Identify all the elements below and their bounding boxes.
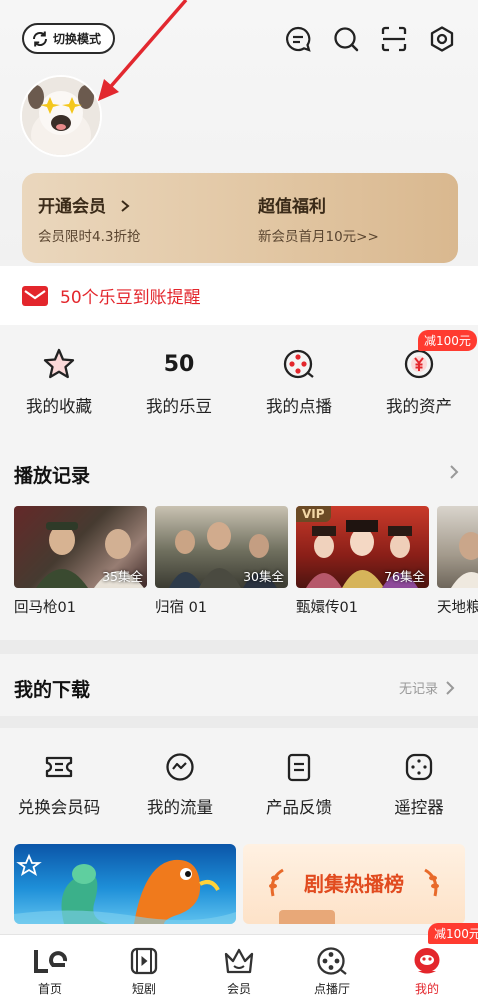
- star-icon: [43, 348, 75, 379]
- nav-membership[interactable]: 会员: [199, 945, 279, 997]
- refresh-icon: [32, 31, 48, 46]
- product-feedback[interactable]: 产品反馈: [240, 750, 358, 818]
- nav-on-demand-hall[interactable]: 点播厅: [292, 945, 372, 997]
- history-title: 甄嬛传01: [296, 600, 358, 616]
- ranking-preview-card: [279, 910, 335, 924]
- chevron-right-icon: [446, 680, 455, 695]
- tools-row: 兑换会员码 我的流量 产品反馈 遥控器: [0, 728, 478, 838]
- section-divider: [0, 640, 478, 654]
- quick-access-row: 我的收藏 50 我的乐豆 我的点播 我的资产 减100元: [0, 325, 478, 435]
- nav-short-drama[interactable]: 短剧: [104, 945, 184, 997]
- nav-on-demand-hall-label: 点播厅: [313, 982, 350, 996]
- alpaca-avatar-image: [22, 77, 100, 155]
- history-thumbnail: VIP 76集全: [296, 506, 429, 588]
- product-feedback-label: 产品反馈: [266, 798, 332, 817]
- le-logo-icon: [34, 950, 68, 973]
- bottom-navigation: 首页 短剧 会员 点播厅 我的 减100元: [0, 923, 478, 1000]
- history-thumbnail: 30集全: [155, 506, 288, 588]
- remote-control-label: 遥控器: [394, 798, 444, 817]
- downloads-status[interactable]: 无记录: [399, 678, 456, 697]
- assets-discount-badge: 减100元: [418, 330, 477, 351]
- nav-discount-badge: 减100元: [428, 923, 478, 944]
- remote-control[interactable]: 遥控器: [360, 750, 478, 818]
- chevron-right-icon: [121, 200, 130, 212]
- message-icon[interactable]: [274, 22, 322, 56]
- ticket-icon: [45, 756, 73, 778]
- nav-membership-label: 会员: [226, 982, 251, 996]
- nav-short-drama-label: 短剧: [131, 982, 156, 996]
- open-membership-title: 开通会员: [38, 197, 106, 217]
- value-benefits-subtitle: 新会员首月10元>>: [258, 229, 379, 245]
- profile-icon: [414, 948, 440, 974]
- promo-banners: 剧集热播榜: [0, 838, 478, 934]
- episode-count: 76集全: [384, 569, 425, 584]
- my-ledou[interactable]: 50 我的乐豆: [124, 347, 234, 417]
- alert-text: 50个乐豆到账提醒: [60, 288, 201, 308]
- film-reel-icon: [317, 947, 347, 975]
- my-ledou-label: 我的乐豆: [146, 397, 212, 416]
- my-on-demand[interactable]: 我的点播: [244, 347, 354, 417]
- play-history-title: 播放记录: [14, 465, 91, 487]
- redeem-member-code-label: 兑换会员码: [17, 798, 101, 817]
- my-favorites[interactable]: 我的收藏: [4, 347, 114, 417]
- history-item[interactable]: VIP 76集全 甄嬛传01: [296, 506, 429, 617]
- history-title: 归宿 01: [155, 600, 208, 616]
- section-divider: [0, 716, 478, 728]
- history-list: 35集全 回马枪01 30集全 归宿 01 VIP 76集全 甄嬛传01 天地粮: [14, 506, 478, 617]
- my-favorites-label: 我的收藏: [26, 397, 92, 416]
- crown-icon: [224, 948, 254, 974]
- downloads-status-text: 无记录: [398, 682, 438, 697]
- history-thumbnail: [437, 506, 478, 588]
- history-item[interactable]: 天地粮: [437, 506, 478, 617]
- nav-profile[interactable]: 我的: [387, 945, 467, 997]
- history-item[interactable]: 30集全 归宿 01: [155, 506, 288, 617]
- history-title: 回马枪01: [14, 600, 76, 616]
- nav-profile-label: 我的: [414, 982, 439, 996]
- episode-count: 35集全: [102, 569, 143, 584]
- laurel-right-icon: [424, 868, 439, 897]
- annotation-arrow: [98, 0, 188, 101]
- open-membership-subtitle: 会员限时4.3折抢: [38, 229, 141, 245]
- my-on-demand-label: 我的点播: [266, 397, 332, 416]
- traffic-icon: [166, 753, 194, 781]
- my-traffic-label: 我的流量: [147, 798, 213, 817]
- vip-badge: VIP: [296, 506, 331, 522]
- my-downloads-section[interactable]: 我的下载 无记录: [0, 654, 478, 716]
- avatar[interactable]: [22, 77, 100, 155]
- episode-count: 30集全: [243, 569, 284, 584]
- membership-card[interactable]: 开通会员 会员限时4.3折抢 超值福利 新会员首月10元>>: [22, 173, 458, 263]
- ledou-alert-bar[interactable]: 50个乐豆到账提醒: [0, 266, 478, 325]
- top-toolbar: [274, 22, 466, 56]
- open-membership[interactable]: 开通会员 会员限时4.3折抢: [38, 192, 140, 245]
- hot-series-ranking-banner[interactable]: 剧集热播榜: [243, 844, 465, 924]
- nav-home[interactable]: 首页: [10, 945, 90, 997]
- my-assets[interactable]: 我的资产: [364, 347, 474, 417]
- envelope-icon: [22, 285, 48, 306]
- cartoon-banner-image: [14, 853, 236, 924]
- play-history-section: 播放记录 35集全 回马枪01 30集全 归宿 01 VIP 76集全 甄嬛传0…: [0, 435, 478, 640]
- short-drama-icon: [130, 947, 158, 975]
- feedback-icon: [287, 753, 311, 782]
- redeem-member-code[interactable]: 兑换会员码: [0, 750, 118, 818]
- value-benefits[interactable]: 超值福利 新会员首月10元>>: [258, 192, 379, 245]
- scan-icon[interactable]: [370, 22, 418, 56]
- drama-still-image: [451, 532, 478, 588]
- profile-header: 切换模式 开通会员 会员限时4.3折抢 超值福利 新会员首月10元>>: [0, 0, 478, 263]
- nav-home-label: 首页: [37, 982, 62, 996]
- film-reel-icon: [283, 349, 314, 379]
- history-item[interactable]: 35集全 回马枪01: [14, 506, 147, 617]
- cartoon-banner[interactable]: [14, 844, 236, 924]
- my-assets-label: 我的资产: [386, 397, 452, 416]
- yen-coin-icon: [404, 349, 434, 379]
- history-thumbnail: 35集全: [14, 506, 147, 588]
- my-downloads-title: 我的下载: [14, 679, 91, 701]
- settings-icon[interactable]: [418, 22, 466, 56]
- ledou-count: 50: [163, 352, 195, 377]
- chevron-right-icon[interactable]: [448, 463, 460, 481]
- remote-icon: [405, 753, 433, 781]
- my-traffic[interactable]: 我的流量: [121, 750, 239, 818]
- history-title: 天地粮: [437, 600, 478, 616]
- value-benefits-title: 超值福利: [258, 197, 326, 217]
- search-icon[interactable]: [322, 22, 370, 56]
